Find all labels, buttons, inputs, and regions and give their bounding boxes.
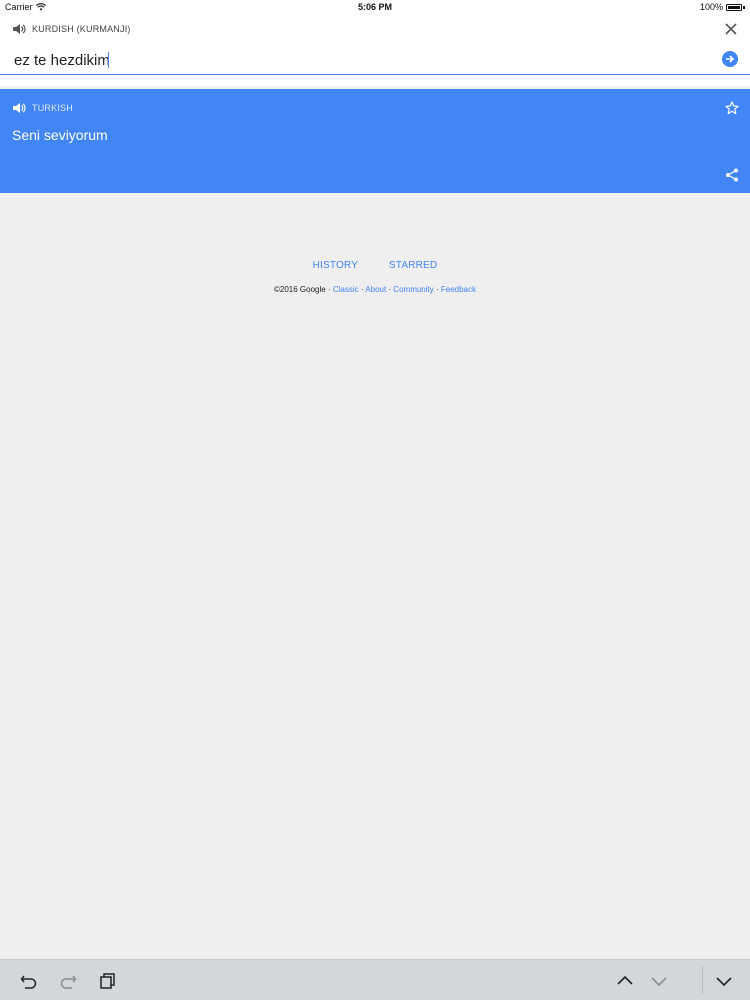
target-language-label: TURKISH bbox=[32, 103, 73, 113]
source-text-input[interactable] bbox=[14, 52, 694, 69]
community-link[interactable]: Community bbox=[393, 285, 433, 294]
copyright-text: ©2016 Google bbox=[274, 285, 326, 294]
source-language-label[interactable]: KURDISH (KURMANJI) bbox=[32, 24, 131, 34]
battery-percent: 100% bbox=[699, 2, 723, 12]
translation-text: Seni seviyorum bbox=[12, 127, 108, 143]
star-outline-icon[interactable] bbox=[725, 101, 739, 115]
share-icon[interactable] bbox=[725, 168, 739, 182]
close-icon[interactable] bbox=[724, 22, 738, 36]
status-right: 100% bbox=[700, 2, 745, 12]
footer: ©2016 Google · Classic · About · Communi… bbox=[0, 285, 750, 294]
target-language-row: TURKISH bbox=[12, 102, 73, 114]
classic-link[interactable]: Classic bbox=[333, 285, 359, 294]
toolbar-divider bbox=[702, 966, 703, 994]
undo-icon[interactable] bbox=[20, 972, 38, 990]
history-starred-links: HISTORY STARRED bbox=[0, 260, 750, 271]
battery-tip bbox=[743, 5, 745, 9]
footer-separator: · bbox=[433, 285, 441, 294]
about-link[interactable]: About bbox=[365, 285, 386, 294]
chevron-up-icon[interactable] bbox=[616, 972, 634, 990]
hide-keyboard-chevron-down-icon[interactable] bbox=[715, 972, 733, 990]
text-caret bbox=[108, 52, 109, 68]
keyboard-toolbar bbox=[0, 959, 750, 1000]
status-time: 5:06 PM bbox=[357, 2, 392, 12]
speaker-icon[interactable] bbox=[12, 102, 26, 114]
footer-separator: · bbox=[325, 285, 333, 294]
speaker-icon[interactable] bbox=[12, 23, 26, 35]
source-panel: KURDISH (KURMANJI) bbox=[0, 14, 750, 86]
source-language-row: KURDISH (KURMANJI) bbox=[12, 23, 131, 35]
chevron-down-icon[interactable] bbox=[650, 972, 668, 990]
status-bar: Carrier 5:06 PM 100% bbox=[0, 0, 750, 14]
arrow-right-circle-icon[interactable] bbox=[722, 51, 738, 67]
source-input-wrap bbox=[0, 50, 750, 75]
translation-result-card: TURKISH Seni seviyorum bbox=[0, 89, 750, 193]
clipboard-icon[interactable] bbox=[99, 972, 117, 990]
history-link[interactable]: HISTORY bbox=[313, 260, 359, 271]
battery-icon bbox=[726, 3, 742, 11]
starred-link[interactable]: STARRED bbox=[389, 260, 437, 271]
redo-icon[interactable] bbox=[59, 972, 77, 990]
feedback-link[interactable]: Feedback bbox=[441, 285, 476, 294]
